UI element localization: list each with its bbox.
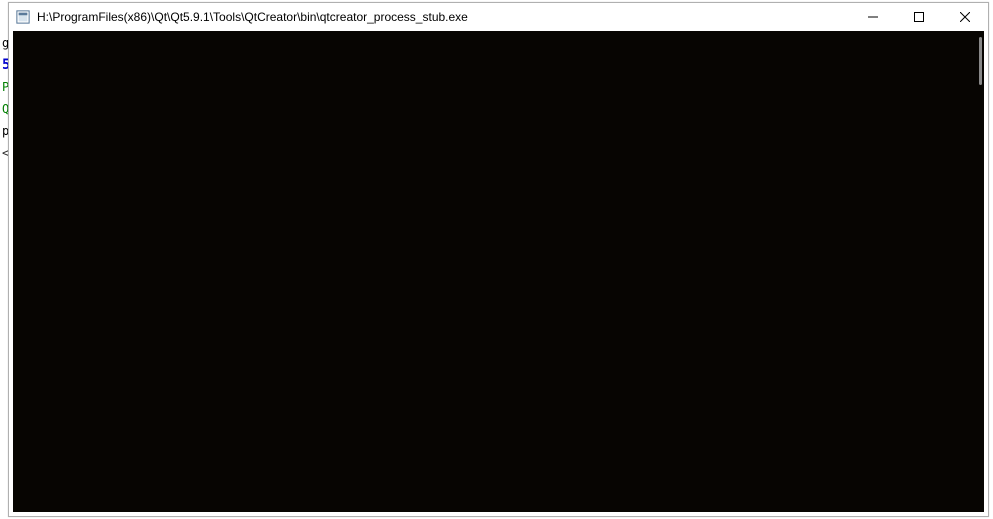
window-controls bbox=[850, 3, 988, 31]
maximize-button[interactable] bbox=[896, 3, 942, 31]
minimize-button[interactable] bbox=[850, 3, 896, 31]
titlebar[interactable]: H:\ProgramFiles(x86)\Qt\Qt5.9.1\Tools\Qt… bbox=[9, 3, 988, 31]
window-title: H:\ProgramFiles(x86)\Qt\Qt5.9.1\Tools\Qt… bbox=[37, 10, 850, 24]
close-button[interactable] bbox=[942, 3, 988, 31]
scrollbar-thumb[interactable] bbox=[979, 37, 982, 85]
console-output[interactable] bbox=[13, 31, 984, 512]
console-window: H:\ProgramFiles(x86)\Qt\Qt5.9.1\Tools\Qt… bbox=[8, 2, 989, 517]
app-icon bbox=[15, 9, 31, 25]
